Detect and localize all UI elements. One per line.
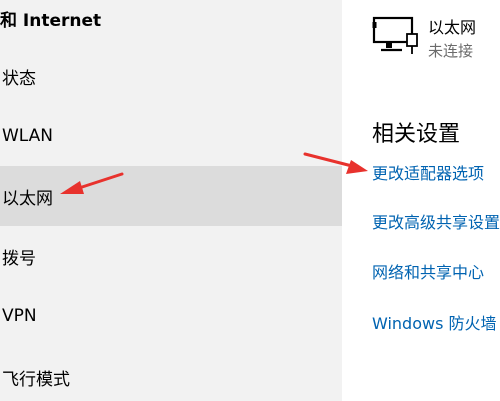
ethernet-network-card[interactable]: 以太网 未连接 — [372, 14, 500, 64]
ethernet-monitor-icon — [372, 16, 418, 54]
network-sharing-center-link[interactable]: 网络和共享中心 — [372, 259, 484, 283]
sidebar-item-airplane-mode[interactable]: 飞行模式 — [0, 347, 342, 401]
sidebar-item-label: 以太网 — [2, 188, 53, 209]
sidebar-item-dialup[interactable]: 拨号 — [0, 226, 342, 286]
sidebar-item-status[interactable]: 状态 — [0, 46, 342, 106]
change-adapter-options-link[interactable]: 更改适配器选项 — [372, 160, 484, 184]
windows-firewall-link[interactable]: Windows 防火墙 — [372, 310, 497, 334]
sidebar-item-label: 状态 — [2, 68, 36, 89]
sidebar-item-wlan[interactable]: WLAN — [0, 106, 342, 166]
settings-window: 和 Internet 状态 WLAN 以太网 拨号 VPN 飞行模式 以太网 未… — [0, 0, 500, 401]
sidebar-header: 和 Internet — [0, 11, 102, 31]
sidebar-item-ethernet[interactable]: 以太网 — [0, 166, 342, 226]
sidebar-item-label: VPN — [2, 306, 37, 326]
sidebar-item-vpn[interactable]: VPN — [0, 286, 342, 346]
network-name: 以太网 — [428, 18, 477, 37]
content-pane: 以太网 未连接 相关设置 更改适配器选项 更改高级共享设置 网络和共享中心 Wi… — [342, 0, 500, 401]
sidebar-item-label: WLAN — [2, 126, 54, 146]
sidebar-nav: 和 Internet 状态 WLAN 以太网 拨号 VPN 飞行模式 — [0, 0, 342, 401]
related-settings-title: 相关设置 — [372, 122, 461, 147]
sidebar-item-label: 拨号 — [2, 248, 36, 269]
network-status: 未连接 — [428, 42, 474, 60]
advanced-sharing-settings-link[interactable]: 更改高级共享设置 — [372, 209, 500, 233]
sidebar-item-label: 飞行模式 — [2, 369, 70, 390]
